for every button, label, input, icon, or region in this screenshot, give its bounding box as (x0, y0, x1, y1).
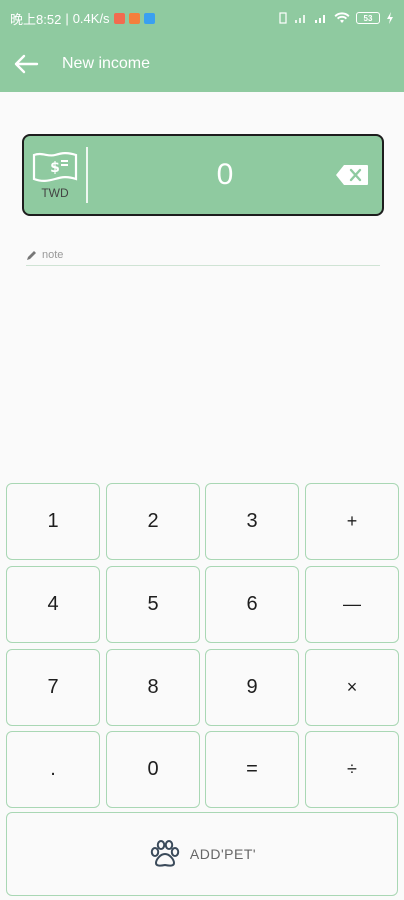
signal-icon (315, 15, 325, 23)
status-speed: 0.4K/s (72, 10, 110, 26)
notification-icon (143, 12, 155, 24)
note-row (26, 244, 380, 266)
vibrate-icon (279, 12, 287, 24)
key-8[interactable]: 8 (106, 649, 200, 726)
arrow-left-icon (14, 54, 39, 74)
notification-icon (128, 12, 140, 24)
backspace-button[interactable] (322, 136, 382, 214)
note-input[interactable] (42, 248, 362, 261)
key-decimal[interactable]: . (6, 731, 100, 808)
key-3[interactable]: 3 (205, 483, 299, 560)
currency-selector[interactable]: $ TWD (24, 136, 86, 214)
banknote-icon: $ (32, 152, 78, 182)
svg-text:$: $ (50, 160, 60, 176)
key-minus[interactable]: — (305, 566, 399, 643)
amount-card: $ TWD 0 (22, 134, 384, 216)
key-plus[interactable]: + (305, 483, 399, 560)
status-separator: | (65, 10, 69, 26)
status-right: 53 (278, 12, 394, 24)
status-bar: 晚上8:52 | 0.4K/s 53 (0, 0, 404, 36)
pencil-icon (27, 250, 36, 260)
add-pet-label: ADD'PET' (189, 846, 257, 862)
status-time: 晚上8:52 (10, 11, 62, 27)
status-left: 晚上8:52 | 0.4K/s (10, 9, 155, 28)
app-bar: New income (0, 36, 404, 92)
battery-level: 53 (363, 13, 373, 23)
battery-icon: 53 (356, 12, 380, 24)
key-equals[interactable]: = (205, 731, 299, 808)
add-pet-button[interactable]: ADD'PET' (6, 812, 398, 896)
charging-icon (387, 12, 393, 24)
back-button[interactable] (0, 36, 52, 92)
page-title: New income (62, 55, 151, 72)
currency-code: TWD (41, 186, 69, 200)
key-0[interactable]: 0 (106, 731, 200, 808)
key-multiply[interactable]: × (305, 649, 399, 726)
key-divide[interactable]: ÷ (305, 731, 399, 808)
key-4[interactable]: 4 (6, 566, 100, 643)
paw-icon (150, 840, 180, 867)
key-2[interactable]: 2 (106, 483, 200, 560)
amount-display: 0 (216, 158, 234, 191)
wifi-icon (334, 12, 350, 23)
backspace-icon (336, 165, 368, 185)
key-1[interactable]: 1 (6, 483, 100, 560)
key-7[interactable]: 7 (6, 649, 100, 726)
notification-icon (113, 12, 125, 24)
key-5[interactable]: 5 (106, 566, 200, 643)
signal-icon (295, 15, 305, 23)
currency-divider (86, 147, 88, 203)
key-9[interactable]: 9 (205, 649, 299, 726)
key-6[interactable]: 6 (205, 566, 299, 643)
